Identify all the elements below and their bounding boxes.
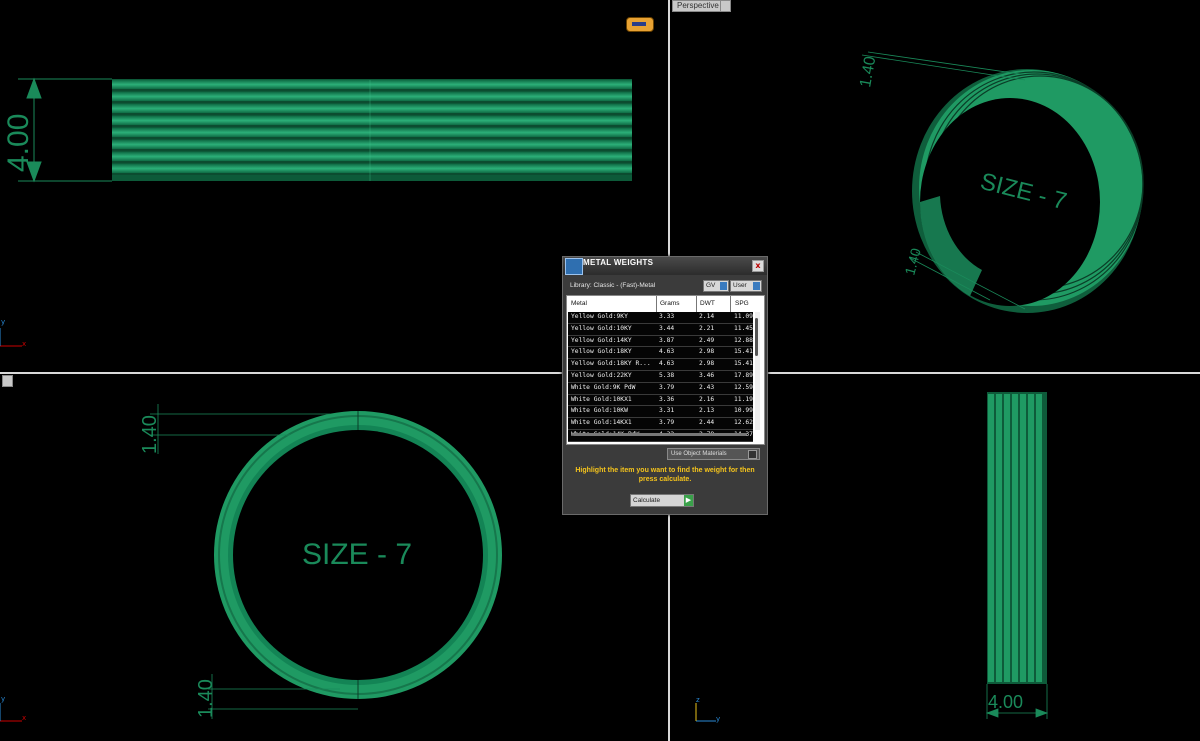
table-row[interactable]: White Gold:9K PdW 3.79 2.43 12.59 (568, 382, 753, 395)
table-row[interactable]: Yellow Gold:22KY 5.38 3.46 17.89 (568, 370, 753, 383)
dimension-label-top: 1.40 (857, 55, 879, 89)
scrollbar-thumb[interactable] (755, 318, 758, 356)
checkbox-icon (748, 450, 757, 459)
table-row[interactable]: Yellow Gold:9KY 3.33 2.14 11.09 (568, 312, 753, 324)
table-row[interactable]: Yellow Gold:18KY 4.63 2.98 15.41 (568, 347, 753, 360)
gv-toggle[interactable]: GV (703, 280, 729, 292)
close-button[interactable]: x (752, 260, 764, 272)
user-toggle[interactable]: User (730, 280, 762, 292)
table-row[interactable]: Yellow Gold:18KY R... 4.63 2.98 15.41 (568, 359, 753, 371)
dimension-value: 4.00 (2, 114, 34, 172)
viewport-menu-button[interactable] (2, 375, 13, 387)
axis-label-y: y (716, 715, 721, 723)
dimension-label-bottom: 1.40 (901, 246, 924, 277)
column-header-metal[interactable]: Metal (571, 300, 587, 307)
column-header-spg[interactable]: SPG (735, 300, 749, 307)
table-body: Yellow Gold:9KY 3.33 2.14 11.09 Yellow Gold… (568, 312, 753, 442)
table-header: Metal Grams DWT SPG (567, 296, 764, 311)
dimension-label-bottom: 1.40 (195, 679, 217, 718)
table-row[interactable]: White Gold:14KX1 3.79 2.44 12.62 (568, 418, 753, 430)
viewport-label-perspective[interactable]: Perspective (672, 0, 724, 12)
dialog-title: METAL WEIGHTS (583, 258, 654, 267)
table-row[interactable]: White Gold:10KX1 3.36 2.16 11.19 (568, 394, 753, 407)
metal-table[interactable]: Metal Grams DWT SPG Yellow Gold:9KY 3.33 2… (566, 295, 765, 445)
info-icon (753, 282, 760, 290)
dialog-titlebar[interactable]: METAL WEIGHTS x (563, 257, 767, 275)
play-icon: ▶ (684, 495, 693, 506)
scale-icon (565, 258, 583, 275)
dimension-label-top: 1.40 (139, 415, 161, 454)
viewcube-icon[interactable] (626, 17, 654, 32)
metal-weights-dialog: METAL WEIGHTS x Library: Classic - (Fast… (562, 256, 768, 515)
table-row[interactable]: Yellow Gold:14KY 3.87 2.49 12.88 (568, 335, 753, 348)
engraving-text-front: SIZE - 7 (302, 538, 412, 571)
use-object-materials-checkbox[interactable]: Use Object Materials (667, 448, 760, 460)
column-header-grams[interactable]: Grams (660, 300, 680, 307)
info-icon (720, 282, 727, 290)
chevron-down-icon[interactable] (720, 0, 731, 12)
axis-label-y: y (1, 318, 6, 326)
axis-label-x: x (22, 340, 27, 348)
axis-label-z: z (696, 696, 700, 704)
axis-label-y: y (1, 695, 6, 703)
horizontal-scrollbar[interactable] (573, 433, 747, 436)
table-row[interactable]: Yellow Gold:10KY 3.44 2.21 11.45 (568, 323, 753, 336)
table-row[interactable]: White Gold:10KW 3.31 2.13 10.99 (568, 406, 753, 419)
dimension-label-width: 4.00 (988, 692, 1024, 712)
column-header-dwt[interactable]: DWT (700, 300, 715, 307)
instruction-text: Highlight the item you want to find the … (575, 467, 755, 483)
dimension-label-height: 4.00 (2, 114, 34, 172)
axis-label-x: x (22, 714, 27, 722)
calculate-button[interactable]: Calculate ▶ (630, 494, 694, 507)
library-label: Library: Classic - (Fast)-Metal (570, 282, 656, 289)
